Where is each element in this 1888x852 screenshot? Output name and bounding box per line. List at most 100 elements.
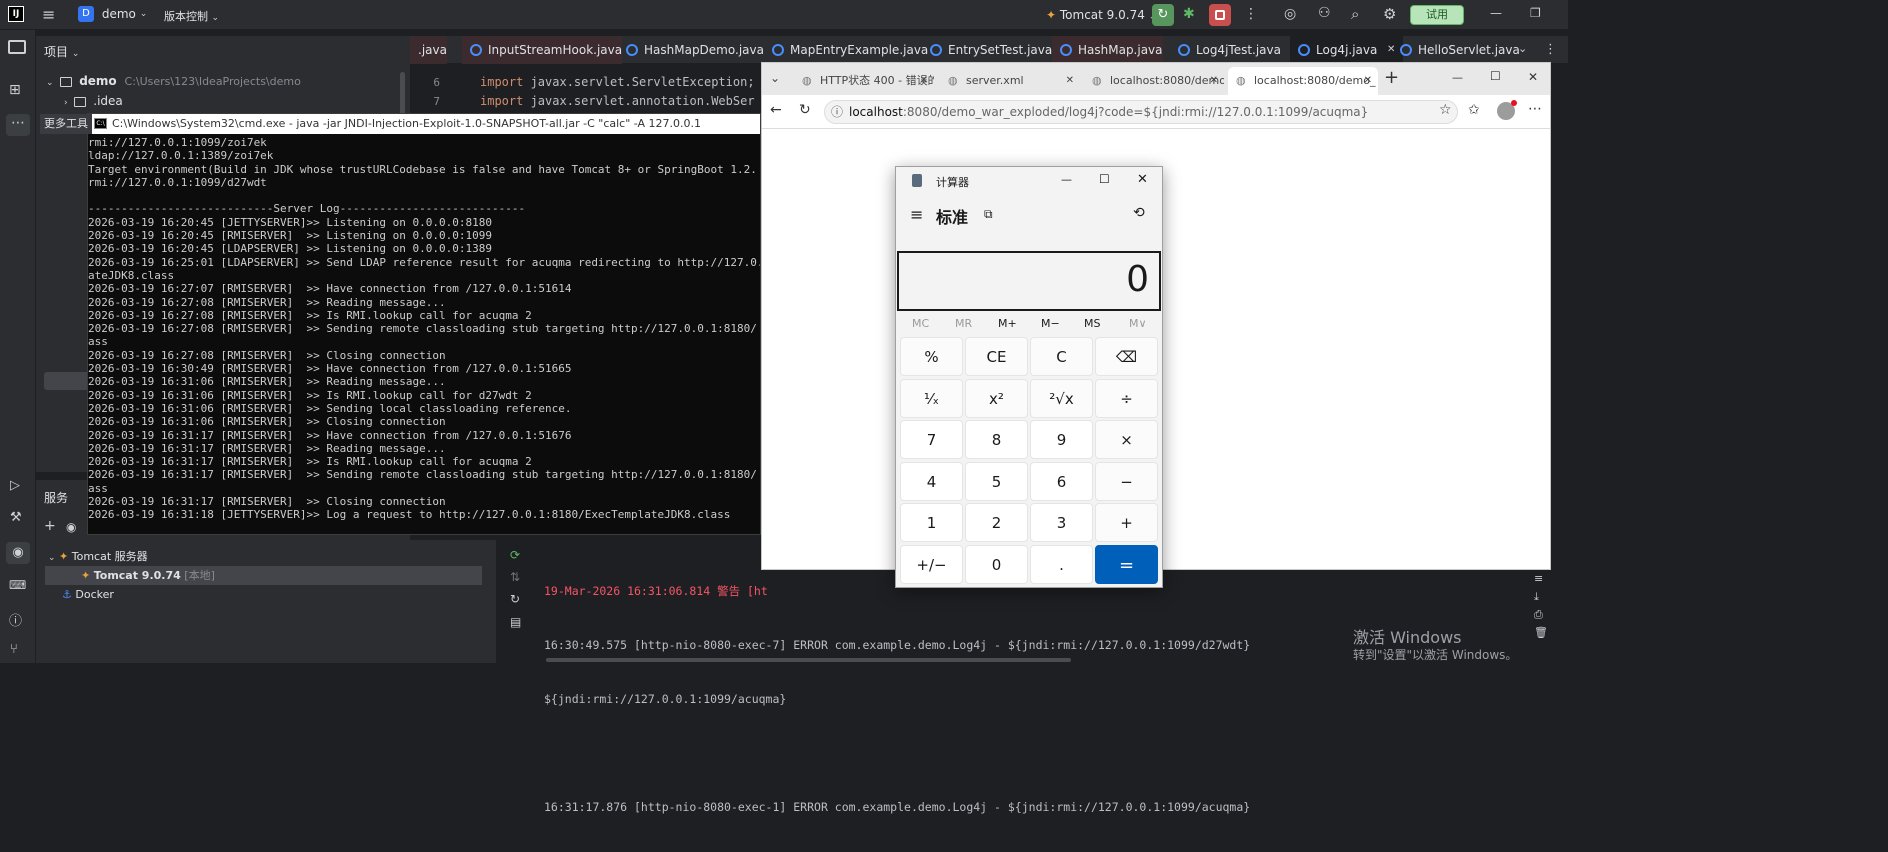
minimize-icon[interactable]: — — [1490, 6, 1502, 20]
memory-subtract-button[interactable]: M− — [1041, 317, 1060, 330]
editor-tab[interactable]: HelloServlet.java — [1392, 36, 1520, 64]
restore-icon[interactable]: ❐ — [1530, 6, 1541, 20]
tab-search-icon[interactable]: ⌄ — [770, 71, 780, 85]
editor-tab[interactable]: HashMapDemo.java — [618, 36, 764, 64]
ai-assistant-icon[interactable]: ◎ — [1284, 6, 1296, 22]
tree-item-selected[interactable]: ✦ Tomcat 9.0.74 [本地] — [45, 566, 482, 585]
debug-icon[interactable]: ✱ — [1183, 6, 1195, 22]
tab-list-chevron-icon[interactable]: ⌄ — [1518, 42, 1527, 55]
square-root-button[interactable]: ²√x — [1030, 378, 1093, 418]
memory-clear-button[interactable]: MC — [912, 317, 929, 330]
divide-button[interactable]: ÷ — [1095, 378, 1158, 418]
browser-tab[interactable]: ◍ localhost:8080/demo_ ✕ — [1084, 67, 1224, 95]
negate-button[interactable]: +/− — [900, 545, 963, 584]
tree-item[interactable]: › .idea — [64, 94, 123, 108]
multiply-button[interactable]: × — [1095, 420, 1158, 460]
editor-tab[interactable]: MapEntryExample.java — [764, 36, 928, 64]
trash-icon[interactable]: 🗑 — [1534, 626, 1554, 644]
digit-0-button[interactable]: 0 — [965, 545, 1028, 584]
memory-store-button[interactable]: MS — [1084, 317, 1100, 330]
browser-tab[interactable]: ◍ server.xml ✕ — [940, 67, 1080, 95]
print-icon[interactable]: ⎙ — [1534, 608, 1554, 626]
close-icon[interactable]: ✕ — [1364, 67, 1372, 95]
reciprocal-button[interactable]: ¹⁄ₓ — [900, 378, 963, 418]
memory-list-button[interactable]: M∨ — [1129, 317, 1147, 330]
digit-7-button[interactable]: 7 — [900, 420, 963, 460]
rerun-button[interactable]: ↻ — [1152, 4, 1174, 26]
search-icon[interactable]: ⌕ — [1351, 5, 1359, 23]
vcs-menu[interactable]: 版本控制 ⌄ — [164, 8, 219, 24]
add-service-icon[interactable]: + — [44, 518, 56, 534]
maximize-icon[interactable]: ☐ — [1490, 69, 1501, 83]
close-icon[interactable]: ✕ — [920, 67, 928, 95]
digit-2-button[interactable]: 2 — [965, 503, 1028, 543]
digit-3-button[interactable]: 3 — [1030, 503, 1093, 543]
favorites-icon[interactable]: ✩ — [1468, 102, 1480, 118]
new-tab-icon[interactable]: + — [1384, 67, 1399, 88]
editor-tab-active[interactable]: Log4j.java ✕ — [1290, 36, 1404, 64]
build-icon[interactable]: ⚒ — [10, 510, 22, 525]
intellij-logo-icon[interactable]: IJ — [8, 6, 24, 22]
rerun-icon[interactable]: ⟳ — [510, 548, 520, 562]
back-icon[interactable]: ← — [770, 102, 782, 118]
profile-avatar[interactable] — [1497, 100, 1517, 120]
tree-item[interactable]: ⌄ demo C:\Users\123\IdeaProjects\demo — [46, 74, 301, 88]
minimize-icon[interactable]: — — [1061, 173, 1072, 186]
close-icon[interactable]: ✕ — [1528, 70, 1538, 84]
memory-recall-button[interactable]: MR — [955, 317, 972, 330]
git-icon[interactable]: ⑂ — [10, 642, 18, 657]
main-menu-icon[interactable]: ≡ — [42, 7, 55, 23]
project-switcher[interactable]: D demo ⌄ — [78, 6, 147, 24]
update-icon[interactable]: ⇅ — [510, 570, 520, 584]
soft-wrap-icon[interactable]: ≡ — [1534, 572, 1554, 590]
digit-9-button[interactable]: 9 — [1030, 420, 1093, 460]
project-panel-header[interactable]: 项目 ⌄ — [44, 43, 79, 60]
refresh-icon[interactable]: ↻ — [799, 102, 811, 118]
digit-6-button[interactable]: 6 — [1030, 461, 1093, 501]
favorite-star-icon[interactable]: ☆ — [1439, 102, 1452, 118]
close-icon[interactable]: ✕ — [1066, 67, 1074, 95]
browser-tab[interactable]: ◍ HTTP状态 400 - 错误的 ✕ — [794, 67, 934, 95]
digit-1-button[interactable]: 1 — [900, 503, 963, 543]
folder-icon[interactable] — [8, 40, 26, 54]
scroll-end-icon[interactable]: ⤓ — [1534, 590, 1554, 608]
add-button[interactable]: + — [1095, 503, 1158, 543]
problems-icon[interactable]: ⓘ — [9, 610, 22, 629]
browser-tab-active[interactable]: ◍ localhost:8080/demo_ ✕ — [1228, 67, 1378, 95]
eye-icon[interactable]: ◉ — [66, 520, 76, 534]
add-user-icon[interactable]: ⚇ — [1318, 5, 1331, 21]
editor-tab[interactable]: HashMap.java — [1052, 36, 1163, 64]
tree-item[interactable]: ⚓ Docker — [62, 588, 114, 601]
hamburger-menu-icon[interactable]: ≡ — [910, 205, 923, 224]
digit-5-button[interactable]: 5 — [965, 461, 1028, 501]
digit-4-button[interactable]: 4 — [900, 461, 963, 501]
tree-item[interactable]: ⌄ ✦ Tomcat 服务器 — [48, 548, 148, 564]
structure-icon[interactable]: ⊞ — [9, 82, 21, 98]
decimal-button[interactable]: . — [1030, 545, 1093, 584]
cmd-window[interactable]: C:\ C:\Windows\System32\cmd.exe - java -… — [87, 113, 761, 535]
maximize-icon[interactable]: ☐ — [1099, 172, 1110, 186]
subtract-button[interactable]: − — [1095, 461, 1158, 501]
digit-8-button[interactable]: 8 — [965, 420, 1028, 460]
editor-tab[interactable]: .java — [410, 36, 447, 64]
editor-tab[interactable]: InputStreamHook.java — [462, 36, 623, 64]
run-config-selector[interactable]: ✦ Tomcat 9.0.74 ⌄ — [1046, 8, 1156, 22]
clear-entry-button[interactable]: CE — [965, 337, 1028, 376]
minimize-icon[interactable]: — — [1452, 71, 1463, 84]
services-icon[interactable]: ◉ — [6, 542, 30, 564]
more-tabs-icon[interactable]: ⋮ — [1544, 42, 1557, 57]
cmd-title-bar[interactable]: C:\ C:\Windows\System32\cmd.exe - java -… — [88, 114, 760, 134]
horizontal-scrollbar[interactable] — [546, 658, 1071, 662]
keep-on-top-icon[interactable]: ⧉ — [984, 207, 993, 222]
run-icon[interactable]: ▷ — [10, 478, 20, 493]
editor-tab[interactable]: Log4jTest.java — [1170, 36, 1281, 64]
history-icon[interactable]: ⟲ — [1133, 205, 1145, 221]
refresh-icon[interactable]: ↻ — [510, 592, 520, 606]
clear-button[interactable]: C — [1030, 337, 1093, 376]
close-icon[interactable]: ✕ — [1210, 67, 1218, 95]
more-tools-icon[interactable]: ⋯ — [6, 114, 30, 136]
calculator-window[interactable]: 计算器 — ☐ ✕ ≡ 标准 ⧉ ⟲ 0 MC MR M+ M− MS M∨ %… — [895, 166, 1163, 588]
percent-button[interactable]: % — [900, 337, 963, 376]
terminal-icon[interactable]: ⌨ — [9, 578, 26, 592]
settings-more-icon[interactable]: ⋯ — [1528, 101, 1542, 117]
